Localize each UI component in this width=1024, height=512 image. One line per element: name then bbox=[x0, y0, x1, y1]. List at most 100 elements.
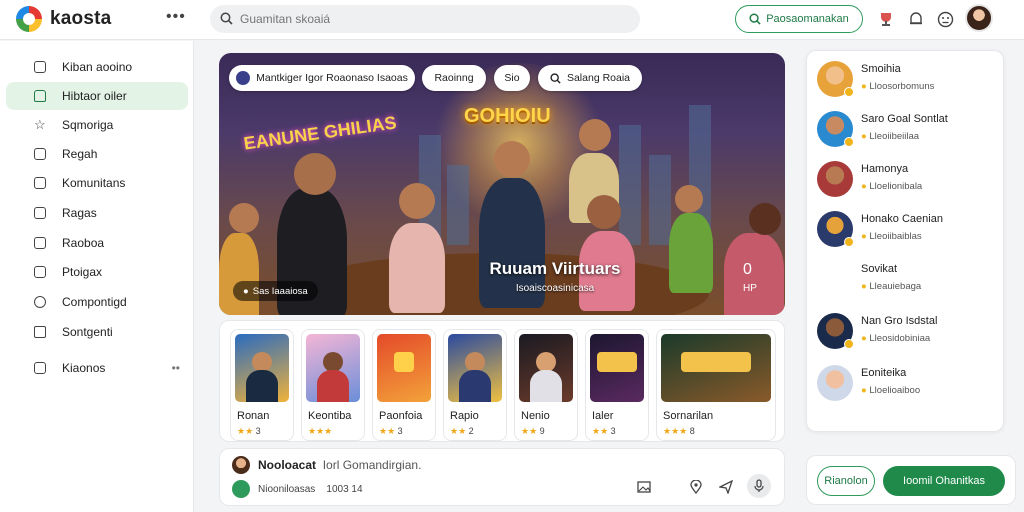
game-card[interactable]: Nenio ★★ 9 bbox=[514, 329, 578, 441]
game-card[interactable]: Ronan ★★ 3 bbox=[230, 329, 294, 441]
user-icon: ● bbox=[243, 285, 249, 297]
chip-label: Raoinng bbox=[434, 72, 474, 84]
app-logo[interactable] bbox=[16, 6, 42, 32]
friend-item[interactable]: Sovikat ● Lleauiebaga bbox=[817, 259, 997, 299]
chip-label: Salang Roaia bbox=[566, 72, 631, 84]
search-input[interactable] bbox=[240, 9, 620, 29]
friend-status: ● Lloelioaiboo bbox=[861, 385, 921, 396]
emoji-icon[interactable] bbox=[935, 9, 955, 29]
friend-avatar bbox=[817, 365, 853, 401]
kid-figure bbox=[669, 213, 713, 293]
post-avatar[interactable] bbox=[232, 456, 250, 474]
community-icon bbox=[34, 177, 46, 189]
kid-figure bbox=[724, 233, 784, 315]
friend-avatar bbox=[817, 211, 854, 247]
mic-icon[interactable] bbox=[747, 474, 771, 498]
kid-head bbox=[579, 119, 611, 151]
friend-name: Hamonya bbox=[861, 163, 909, 175]
sidebar-item-10[interactable]: Kiaonos •• bbox=[6, 354, 188, 382]
game-thumbnail bbox=[519, 334, 573, 402]
search-icon bbox=[749, 13, 761, 25]
game-thumbnail bbox=[661, 334, 771, 402]
banner-chip-3[interactable]: Salang Roaia bbox=[538, 65, 642, 91]
trophy-icon[interactable] bbox=[876, 9, 896, 29]
kid-head bbox=[229, 203, 259, 233]
calendar-icon bbox=[34, 148, 46, 160]
game-thumbnail bbox=[590, 334, 644, 402]
sidebar-item-4[interactable]: Komunitans bbox=[6, 169, 188, 197]
kid-head bbox=[675, 185, 703, 213]
game-card[interactable]: Ialer ★★ 3 bbox=[585, 329, 649, 441]
friend-avatar bbox=[817, 111, 854, 147]
chip-label: Sio bbox=[504, 72, 520, 84]
sidebar-item-1[interactable]: Hibtaor oiler bbox=[6, 82, 188, 110]
friend-item[interactable]: Hamonya ● Lloelionibala bbox=[817, 159, 997, 199]
sidebar-item-label: Komunitans bbox=[62, 176, 126, 190]
game-card[interactable]: Sornarilan ★★★ 8 bbox=[656, 329, 776, 441]
primary-action-button[interactable]: Ioomil Ohanitkas bbox=[883, 466, 1005, 496]
image-icon bbox=[34, 207, 46, 219]
sidebar-item-6[interactable]: Raoboa bbox=[6, 229, 188, 257]
search-icon bbox=[550, 72, 561, 84]
banner-chip-1[interactable]: Raoinng bbox=[422, 65, 486, 91]
send-icon[interactable] bbox=[718, 479, 734, 495]
featured-banner[interactable]: EANUNE GHILIAS GOHIOIU Mantkiger Igor Ro… bbox=[219, 53, 785, 315]
sidebar-item-3[interactable]: Regah bbox=[6, 140, 188, 168]
post-composer[interactable]: Nooloacat Iorl Gomandirgian. Niooniloasa… bbox=[219, 448, 785, 506]
game-card[interactable]: Keontiba ★★★ bbox=[301, 329, 365, 441]
sidebar-item-9[interactable]: Sontgenti bbox=[6, 318, 188, 346]
sidebar-item-8[interactable]: Compontigd bbox=[6, 288, 188, 316]
sidebar-item-label: Sontgenti bbox=[62, 325, 113, 339]
sidebar-item-label: Hibtaor oiler bbox=[62, 89, 127, 103]
friend-item[interactable]: Eoniteika ● Lloelioaiboo bbox=[817, 363, 997, 403]
friend-status: ● Lleoiibaiblas bbox=[861, 231, 922, 242]
game-card[interactable]: Paonfoia ★★ 3 bbox=[372, 329, 436, 441]
friend-status: ● Lleauiebaga bbox=[861, 281, 922, 292]
notification-bell-icon[interactable] bbox=[906, 9, 926, 29]
banner-sign-left: EANUNE GHILIAS bbox=[242, 112, 398, 154]
friend-item[interactable]: Nan Gro Isdstal ● Lleosidobiniaa bbox=[817, 311, 997, 351]
friend-item[interactable]: Smoihia ● Lloosorbomuns bbox=[817, 59, 997, 99]
compass-icon bbox=[34, 296, 46, 308]
sidebar-item-7[interactable]: Ptoigax bbox=[6, 258, 188, 286]
home-icon bbox=[34, 90, 46, 102]
more-menu-icon[interactable]: ••• bbox=[166, 8, 186, 26]
friend-status: ● Lleoiibeiilaa bbox=[861, 131, 920, 142]
banner-count: 0 bbox=[743, 261, 752, 278]
banner-count-label: HP bbox=[743, 283, 757, 294]
banner-title: Ruuam Viirtuars bbox=[489, 259, 621, 278]
kid-head bbox=[294, 153, 336, 195]
game-thumbnail bbox=[235, 334, 289, 402]
kid-head bbox=[587, 195, 621, 229]
banner-chip-2[interactable]: Sio bbox=[494, 65, 530, 91]
banner-sign-center: GOHIOIU bbox=[464, 105, 551, 127]
sidebar-item-label: Raoboa bbox=[62, 236, 105, 250]
friend-status: ● Lleosidobiniaa bbox=[861, 333, 931, 344]
friend-item[interactable]: Saro Goal Sontlat ● Lleoiibeiilaa bbox=[817, 109, 997, 149]
online-badge-icon bbox=[844, 137, 854, 147]
sidebar-more-icon[interactable]: •• bbox=[172, 361, 180, 375]
friend-name: Nan Gro Isdstal bbox=[861, 315, 938, 327]
header-primary-button[interactable]: Paosaomanakan bbox=[735, 5, 863, 33]
sidebar-item-0[interactable]: Kiban aooino bbox=[6, 53, 188, 81]
banner-chip-0[interactable]: Mantkiger Igor Roaonaso Isaoas bbox=[229, 65, 415, 91]
header-primary-label: Paosaomanakan bbox=[766, 13, 849, 25]
sidebar-item-5[interactable]: Ragas bbox=[6, 199, 188, 227]
friend-item[interactable]: Honako Caenian ● Lleoiibaiblas bbox=[817, 209, 997, 249]
secondary-action-button[interactable]: Rianolon bbox=[817, 466, 875, 496]
post-text: Nooloacat Iorl Gomandirgian. bbox=[258, 458, 421, 472]
image-icon[interactable] bbox=[636, 479, 652, 495]
post-meta-label: Niooniloasas bbox=[258, 484, 316, 495]
sidebar-item-label: Kiaonos bbox=[62, 361, 106, 375]
sidebar-item-2[interactable]: ☆ Sqmoriga bbox=[6, 111, 188, 139]
friend-status: ● Lloosorbomuns bbox=[861, 81, 935, 92]
search-icon bbox=[220, 12, 233, 25]
game-thumbnail bbox=[377, 334, 431, 402]
game-rating: ★★ 9 bbox=[521, 426, 545, 436]
user-avatar[interactable] bbox=[965, 4, 993, 32]
game-card[interactable]: Rapio ★★ 2 bbox=[443, 329, 507, 441]
sidebar-item-label: Compontigd bbox=[62, 295, 127, 309]
kid-figure bbox=[389, 223, 445, 313]
location-pin-icon[interactable] bbox=[688, 479, 704, 495]
search-bar[interactable] bbox=[210, 5, 640, 33]
